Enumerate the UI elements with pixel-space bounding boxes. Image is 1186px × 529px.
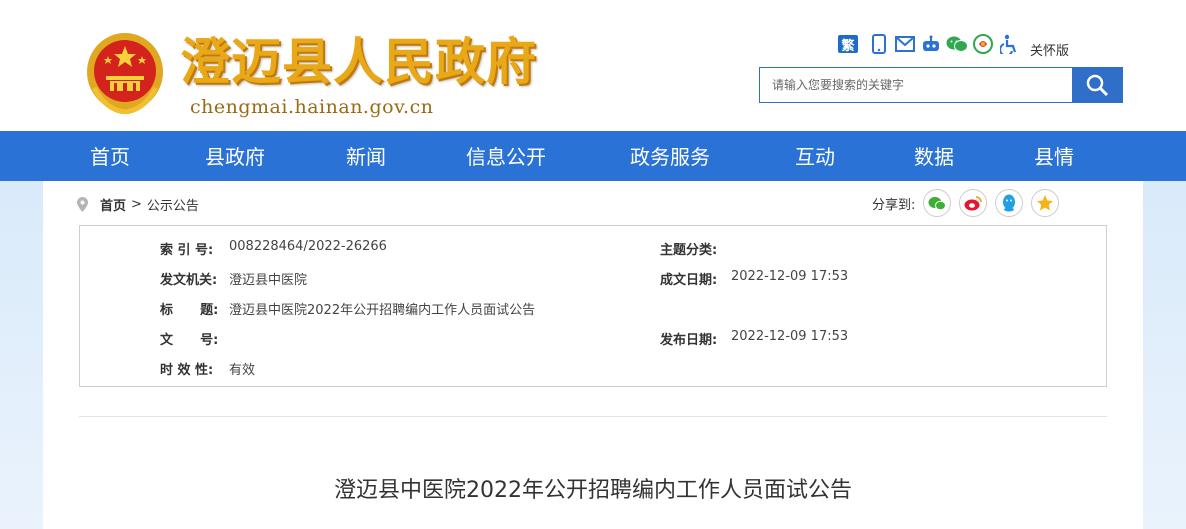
nav-item-county-info[interactable]: 县情 xyxy=(1034,131,1074,181)
nav-item-news[interactable]: 新闻 xyxy=(346,131,386,181)
share-qq-button[interactable] xyxy=(995,189,1024,217)
weibo-icon xyxy=(964,196,983,211)
issuing-authority-label: 发文机关: xyxy=(160,273,218,288)
creation-date-value: 2022-12-09 17:53 xyxy=(731,269,849,284)
search-input[interactable] xyxy=(760,68,1072,102)
app-icon[interactable] xyxy=(972,33,994,55)
breadcrumb-current[interactable]: 公示公告 xyxy=(147,195,199,214)
validity-label: 时 效 性: xyxy=(160,363,214,378)
issuing-authority-value: 澄迈县中医院 xyxy=(229,273,308,288)
robot-icon[interactable] xyxy=(920,33,942,55)
mail-icon[interactable] xyxy=(894,33,916,55)
nav-item-data[interactable]: 数据 xyxy=(914,131,954,181)
nav-item-government[interactable]: 县政府 xyxy=(205,131,265,181)
care-mode-link[interactable]: 关怀版 xyxy=(1030,40,1069,59)
article-title: 澄迈县中医院2022年公开招聘编内工作人员面试公告 xyxy=(334,478,852,503)
qzone-icon xyxy=(1037,195,1054,211)
share-wechat-button[interactable] xyxy=(923,189,952,217)
validity-value: 有效 xyxy=(229,363,256,378)
traditional-chinese-button[interactable]: 繁 xyxy=(838,35,858,54)
nav-item-home[interactable]: 首页 xyxy=(90,131,130,181)
title-label: 标 题: xyxy=(160,303,219,318)
index-number-value: 008228464/2022-26266 xyxy=(229,239,387,254)
header-toolbar: 繁 关怀版 xyxy=(838,32,1069,59)
publish-date-label: 发布日期: xyxy=(660,333,718,348)
content-divider xyxy=(79,416,1107,417)
nav-item-interaction[interactable]: 互动 xyxy=(795,131,835,181)
share-weibo-button[interactable] xyxy=(959,189,988,217)
wechat-icon[interactable] xyxy=(946,33,968,55)
topic-category-label: 主题分类: xyxy=(660,243,718,258)
creation-date-label: 成文日期: xyxy=(660,273,718,288)
nav-item-services[interactable]: 政务服务 xyxy=(630,131,710,181)
site-header: 澄迈县人民政府 chengmai.hainan.gov.cn 繁 关怀版 xyxy=(0,0,1186,131)
index-number-label: 索 引 号: xyxy=(160,243,214,258)
mobile-icon[interactable] xyxy=(868,33,890,55)
breadcrumb-separator: > xyxy=(131,196,142,212)
national-emblem-icon xyxy=(87,33,163,114)
breadcrumb: 首页 > 公示公告 xyxy=(77,194,199,214)
location-pin-icon xyxy=(77,196,88,212)
breadcrumb-home[interactable]: 首页 xyxy=(100,195,126,214)
nav-item-disclosure[interactable]: 信息公开 xyxy=(466,131,546,181)
qq-icon xyxy=(1003,194,1016,212)
accessibility-icon[interactable] xyxy=(998,33,1020,55)
share-label: 分享到: xyxy=(872,197,916,213)
publish-date-value: 2022-12-09 17:53 xyxy=(731,329,849,344)
document-number-label: 文 号: xyxy=(160,333,219,348)
title-value: 澄迈县中医院2022年公开招聘编内工作人员面试公告 xyxy=(229,303,536,318)
share-qzone-button[interactable] xyxy=(1031,189,1060,217)
search-box xyxy=(759,67,1123,103)
document-metadata: 索 引 号: 008228464/2022-26266 主题分类: 发文机关: … xyxy=(79,225,1107,387)
site-domain: chengmai.hainan.gov.cn xyxy=(190,96,434,118)
search-button[interactable] xyxy=(1072,68,1122,102)
share-bar: 分享到: xyxy=(872,189,1067,217)
search-icon xyxy=(1086,74,1109,97)
wechat-icon xyxy=(928,196,947,210)
main-nav: 首页 县政府 新闻 信息公开 政务服务 互动 数据 县情 xyxy=(0,131,1186,181)
site-title: 澄迈县人民政府 xyxy=(180,32,537,91)
